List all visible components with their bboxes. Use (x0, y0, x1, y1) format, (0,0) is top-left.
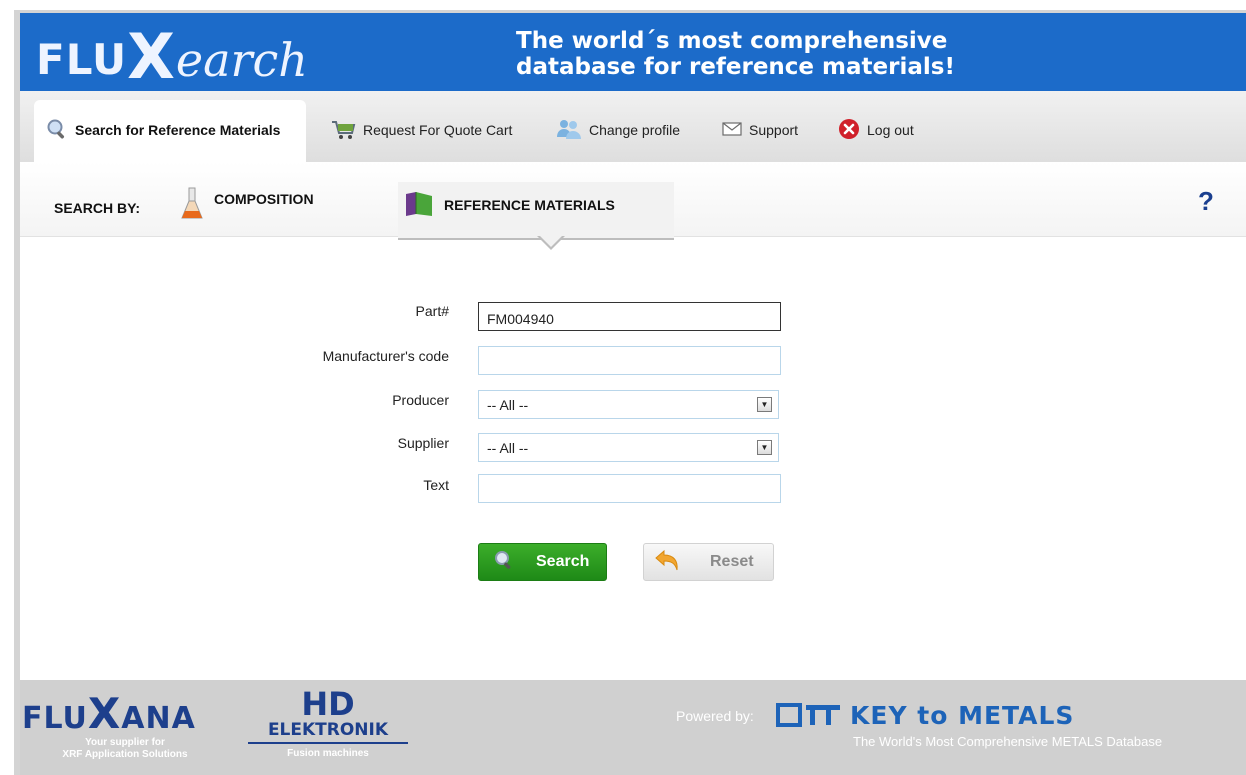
producer-label: Producer (392, 392, 449, 408)
hd-line1: HD (301, 685, 355, 723)
fluxana-tagline-line1: Your supplier for (85, 737, 165, 748)
nav-label: Change profile (589, 122, 681, 138)
undo-arrow-icon (654, 547, 684, 578)
manufacturer-code-label: Manufacturer's code (322, 348, 449, 364)
header-tagline: The world´s most comprehensive database … (516, 28, 955, 80)
tagline-line2: database for reference materials! (516, 54, 955, 80)
fluxana-x: X (87, 689, 122, 738)
tagline-line1: The world´s most comprehensive (516, 28, 948, 54)
chevron-down-icon[interactable]: ▼ (757, 440, 772, 455)
part-label: Part# (415, 303, 449, 319)
key-to-metals-subtitle: The World's Most Comprehensive METALS Da… (853, 734, 1163, 749)
nav-search-reference-materials[interactable]: Search for Reference Materials (46, 118, 280, 142)
key-to-metals-logo-icon[interactable] (776, 703, 842, 732)
search-button-label: Search (536, 553, 590, 570)
nav-label: Request For Quote Cart (363, 122, 513, 138)
supplier-select[interactable]: -- All -- ▼ (478, 433, 779, 462)
nav-label: Log out (867, 122, 914, 138)
hd-line2: ELEKTRONIK (248, 720, 408, 744)
supplier-selected-value: -- All -- (487, 440, 529, 456)
text-input[interactable] (478, 474, 781, 503)
key-to-metals-title: KEY to METALS (850, 701, 1075, 730)
close-circle-icon (838, 118, 860, 143)
logo-x: X (127, 20, 175, 93)
manufacturer-code-input[interactable] (478, 346, 781, 375)
reset-button-label: Reset (710, 553, 754, 570)
nav-request-for-quote-cart[interactable]: Request For Quote Cart (330, 118, 512, 142)
book-icon (404, 190, 434, 221)
fluxana-prefix: FLU (22, 701, 88, 736)
part-number-input[interactable] (478, 302, 781, 331)
nav-label: Search for Reference Materials (75, 122, 281, 138)
envelope-icon (722, 121, 742, 140)
active-tab-pointer-inner (539, 235, 563, 247)
nav-label: Support (749, 122, 799, 138)
nav-log-out[interactable]: Log out (838, 118, 914, 142)
magnifier-icon (493, 549, 515, 576)
nav-change-profile[interactable]: Change profile (556, 118, 680, 142)
nav-support[interactable]: Support (722, 118, 798, 142)
search-button[interactable]: Search (478, 543, 607, 581)
fluxana-tagline: Your supplier for XRF Application Soluti… (40, 737, 210, 761)
search-by-label: SEARCH BY: (54, 200, 141, 216)
text-label: Text (423, 477, 449, 493)
tab-composition-label: COMPOSITION (214, 191, 314, 207)
flask-icon (180, 187, 204, 224)
producer-selected-value: -- All -- (487, 397, 529, 413)
fluxana-suffix: ANA (121, 701, 196, 736)
magnifier-icon (46, 118, 68, 143)
cart-icon (330, 117, 356, 144)
logo-prefix: FLU (36, 35, 128, 84)
users-icon (556, 117, 582, 144)
supplier-label: Supplier (397, 435, 449, 451)
reset-button[interactable]: Reset (643, 543, 774, 581)
fluxearch-logo[interactable]: FLU X earch (36, 20, 308, 93)
producer-select[interactable]: -- All -- ▼ (478, 390, 779, 419)
tab-reference-materials[interactable]: REFERENCE MATERIALS (404, 190, 615, 220)
logo-suffix: earch (175, 33, 308, 87)
hd-line3: Fusion machines (287, 748, 369, 759)
help-icon[interactable]: ? (1198, 186, 1214, 217)
tab-reference-materials-label: REFERENCE MATERIALS (444, 197, 615, 213)
powered-by-label: Powered by: (676, 708, 754, 724)
hd-elektronik-logo[interactable]: HD ELEKTRONIK Fusion machines (248, 688, 408, 761)
fluxana-tagline-line2: XRF Application Solutions (62, 749, 188, 760)
chevron-down-icon[interactable]: ▼ (757, 397, 772, 412)
fluxana-logo[interactable]: FLUXANA (22, 693, 196, 739)
tab-composition[interactable]: COMPOSITION (180, 187, 314, 220)
